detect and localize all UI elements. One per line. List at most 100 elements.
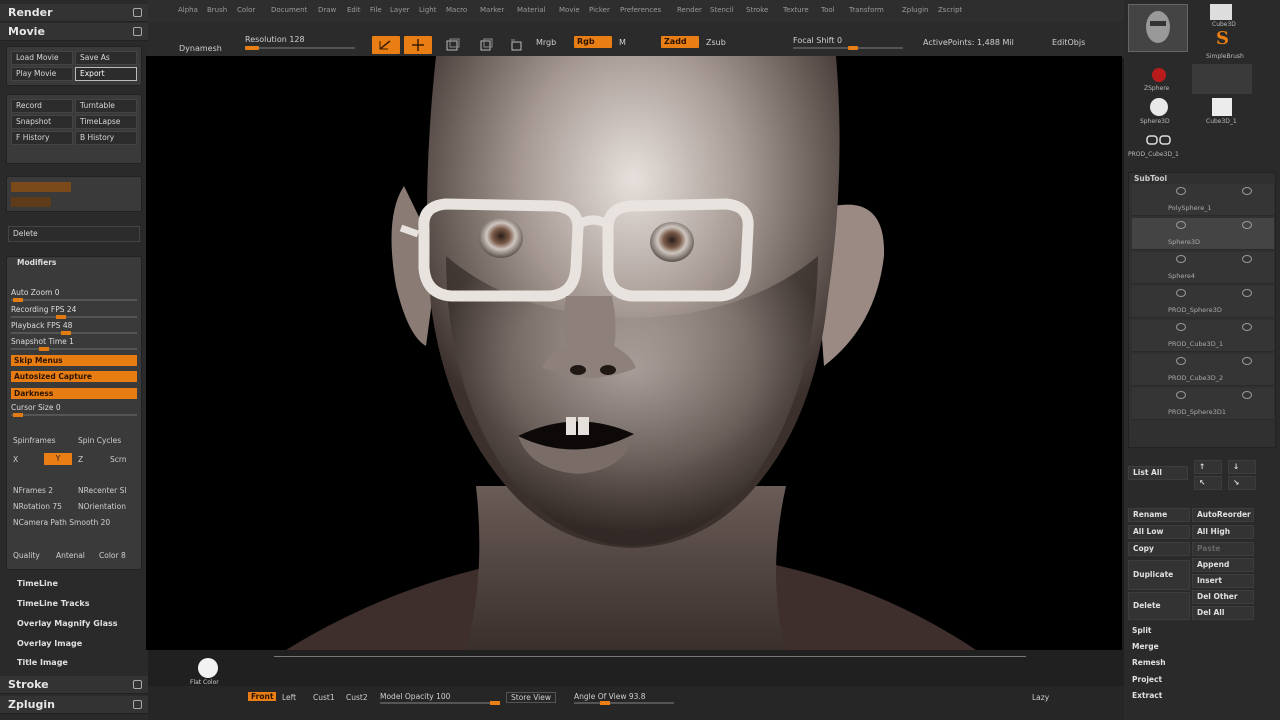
snapshot-time-slider[interactable]: Snapshot Time 1: [11, 337, 137, 351]
flat-color-swatch[interactable]: [198, 658, 218, 678]
del-all-button[interactable]: Del All: [1192, 606, 1254, 620]
menu-light[interactable]: Light: [419, 6, 436, 14]
b-history-button[interactable]: B History: [75, 131, 137, 145]
overlay-image-menu[interactable]: Overlay Image: [17, 639, 82, 648]
play-movie-button[interactable]: Play Movie: [11, 67, 73, 81]
subtool-row-selected[interactable]: Sphere3D: [1132, 218, 1274, 250]
subtool-row[interactable]: PROD_Cube3D_2: [1132, 354, 1274, 386]
menu-edit[interactable]: Edit: [347, 6, 361, 14]
save-as-button[interactable]: Save As: [75, 51, 137, 65]
model-opacity-slider[interactable]: Model Opacity 100: [380, 692, 450, 701]
pin-icon[interactable]: [133, 680, 142, 689]
sphere3d-tool-icon[interactable]: [1150, 98, 1168, 116]
front-view-button[interactable]: Front: [248, 692, 277, 701]
menu-texture[interactable]: Texture: [783, 6, 809, 14]
axis-x-button[interactable]: X: [13, 455, 18, 464]
move-mode-button[interactable]: [404, 36, 432, 54]
model-opacity-knob[interactable]: [490, 701, 500, 705]
rgb-button[interactable]: Rgb: [574, 36, 612, 48]
menu-picker[interactable]: Picker: [589, 6, 610, 14]
menu-color[interactable]: Color: [237, 6, 255, 14]
subtool-row[interactable]: Sphere4: [1132, 252, 1274, 284]
transform-icon[interactable]: [509, 38, 525, 52]
rotate-icon[interactable]: [478, 38, 494, 52]
spin-cycles-slider[interactable]: Spin Cycles: [78, 436, 121, 445]
stroke-menu-header[interactable]: Stroke: [0, 676, 148, 694]
zadd-button[interactable]: Zadd: [661, 36, 699, 48]
split-menu[interactable]: Split: [1128, 625, 1190, 639]
menu-document[interactable]: Document: [271, 6, 307, 14]
darkness-toggle[interactable]: Darkness: [11, 388, 137, 399]
copy-button[interactable]: Copy: [1128, 542, 1190, 556]
focal-shift-knob[interactable]: [848, 46, 858, 50]
simplebrush-icon[interactable]: S: [1216, 28, 1229, 49]
turntable-button[interactable]: Turntable: [75, 99, 137, 113]
menu-movie[interactable]: Movie: [559, 6, 580, 14]
menu-draw[interactable]: Draw: [318, 6, 336, 14]
nframes-slider[interactable]: NFrames 2: [13, 486, 53, 495]
playback-fps-slider[interactable]: Playback FPS 48: [11, 321, 137, 335]
axis-scrn-button[interactable]: Scrn: [110, 455, 127, 464]
menu-macro[interactable]: Macro: [446, 6, 467, 14]
auto-zoom-slider[interactable]: Auto Zoom 0: [11, 288, 137, 302]
cursor-size-slider[interactable]: Cursor Size 0: [11, 403, 137, 417]
store-view-button[interactable]: Store View: [506, 692, 557, 703]
menu-stencil[interactable]: Stencil: [710, 6, 734, 14]
subtool-header[interactable]: SubTool: [1134, 174, 1167, 183]
focal-shift-slider[interactable]: Focal Shift 0: [793, 36, 842, 45]
arrow-down-right-button[interactable]: ↘: [1228, 476, 1256, 490]
pin-icon[interactable]: [133, 27, 142, 36]
menu-zplugin[interactable]: Zplugin: [902, 6, 928, 14]
color-slider[interactable]: Color 8: [99, 551, 126, 560]
timeline-tracks-menu[interactable]: TimeLine Tracks: [17, 599, 89, 608]
duplicate-button[interactable]: Duplicate: [1128, 560, 1190, 590]
record-button[interactable]: Record: [11, 99, 73, 113]
norientation-slider[interactable]: NOrientation: [78, 502, 126, 511]
autoreorder-button[interactable]: AutoReorder: [1192, 508, 1254, 522]
axis-z-button[interactable]: Z: [78, 455, 83, 464]
cust2-button[interactable]: Cust2: [346, 693, 368, 702]
timeline-slider[interactable]: [11, 182, 71, 192]
pin-icon[interactable]: [133, 700, 142, 709]
subtool-row[interactable]: PROD_Sphere3D1: [1132, 388, 1274, 420]
timelapse-button[interactable]: TimeLapse: [75, 115, 137, 129]
delete-subtool-button[interactable]: Delete: [1128, 592, 1190, 620]
subtool-row[interactable]: PROD_Sphere3D: [1132, 286, 1274, 318]
arrow-up-left-button[interactable]: ↖: [1194, 476, 1222, 490]
rename-button[interactable]: Rename: [1128, 508, 1190, 522]
snapshot-button[interactable]: Snapshot: [11, 115, 73, 129]
cust1-button[interactable]: Cust1: [313, 693, 335, 702]
extract-menu[interactable]: Extract: [1128, 690, 1190, 704]
subtool-row[interactable]: PolySphere_1: [1132, 184, 1274, 216]
timeline-slider-2[interactable]: [11, 197, 51, 207]
f-history-button[interactable]: F History: [11, 131, 73, 145]
arrow-down-button[interactable]: ↓: [1228, 460, 1256, 474]
menu-transform[interactable]: Transform: [849, 6, 884, 14]
menu-zscript[interactable]: Zscript: [938, 6, 962, 14]
zsub-button[interactable]: Zsub: [706, 38, 726, 47]
pin-icon[interactable]: [133, 8, 142, 17]
render-menu-header[interactable]: Render: [0, 4, 148, 22]
menu-stroke[interactable]: Stroke: [746, 6, 768, 14]
spinframes-slider[interactable]: Spinframes: [13, 436, 56, 445]
zplugin-menu-header[interactable]: Zplugin: [0, 696, 148, 714]
export-button[interactable]: Export: [75, 67, 137, 81]
angle-of-view-knob[interactable]: [600, 701, 610, 705]
lazy-button[interactable]: Lazy: [1032, 693, 1049, 702]
del-other-button[interactable]: Del Other: [1192, 590, 1254, 604]
skip-menus-toggle[interactable]: Skip Menus: [11, 355, 137, 366]
insert-button[interactable]: Insert: [1192, 574, 1254, 588]
arrow-up-button[interactable]: ↑: [1194, 460, 1222, 474]
recording-fps-slider[interactable]: Recording FPS 24: [11, 305, 137, 319]
zsphere-tool-icon[interactable]: [1152, 68, 1166, 82]
dynamesh-button[interactable]: Dynamesh: [179, 44, 222, 53]
scale-icon[interactable]: [445, 38, 461, 52]
left-view-button[interactable]: Left: [282, 693, 296, 702]
nrotation-slider[interactable]: NRotation 75: [13, 502, 62, 511]
project-menu[interactable]: Project: [1128, 674, 1190, 688]
mrgb-button[interactable]: Mrgb: [536, 38, 556, 47]
m-button[interactable]: M: [619, 38, 626, 47]
recent-tool-slot[interactable]: [1192, 64, 1252, 94]
title-image-menu[interactable]: Title Image: [17, 658, 68, 667]
menu-marker[interactable]: Marker: [480, 6, 504, 14]
